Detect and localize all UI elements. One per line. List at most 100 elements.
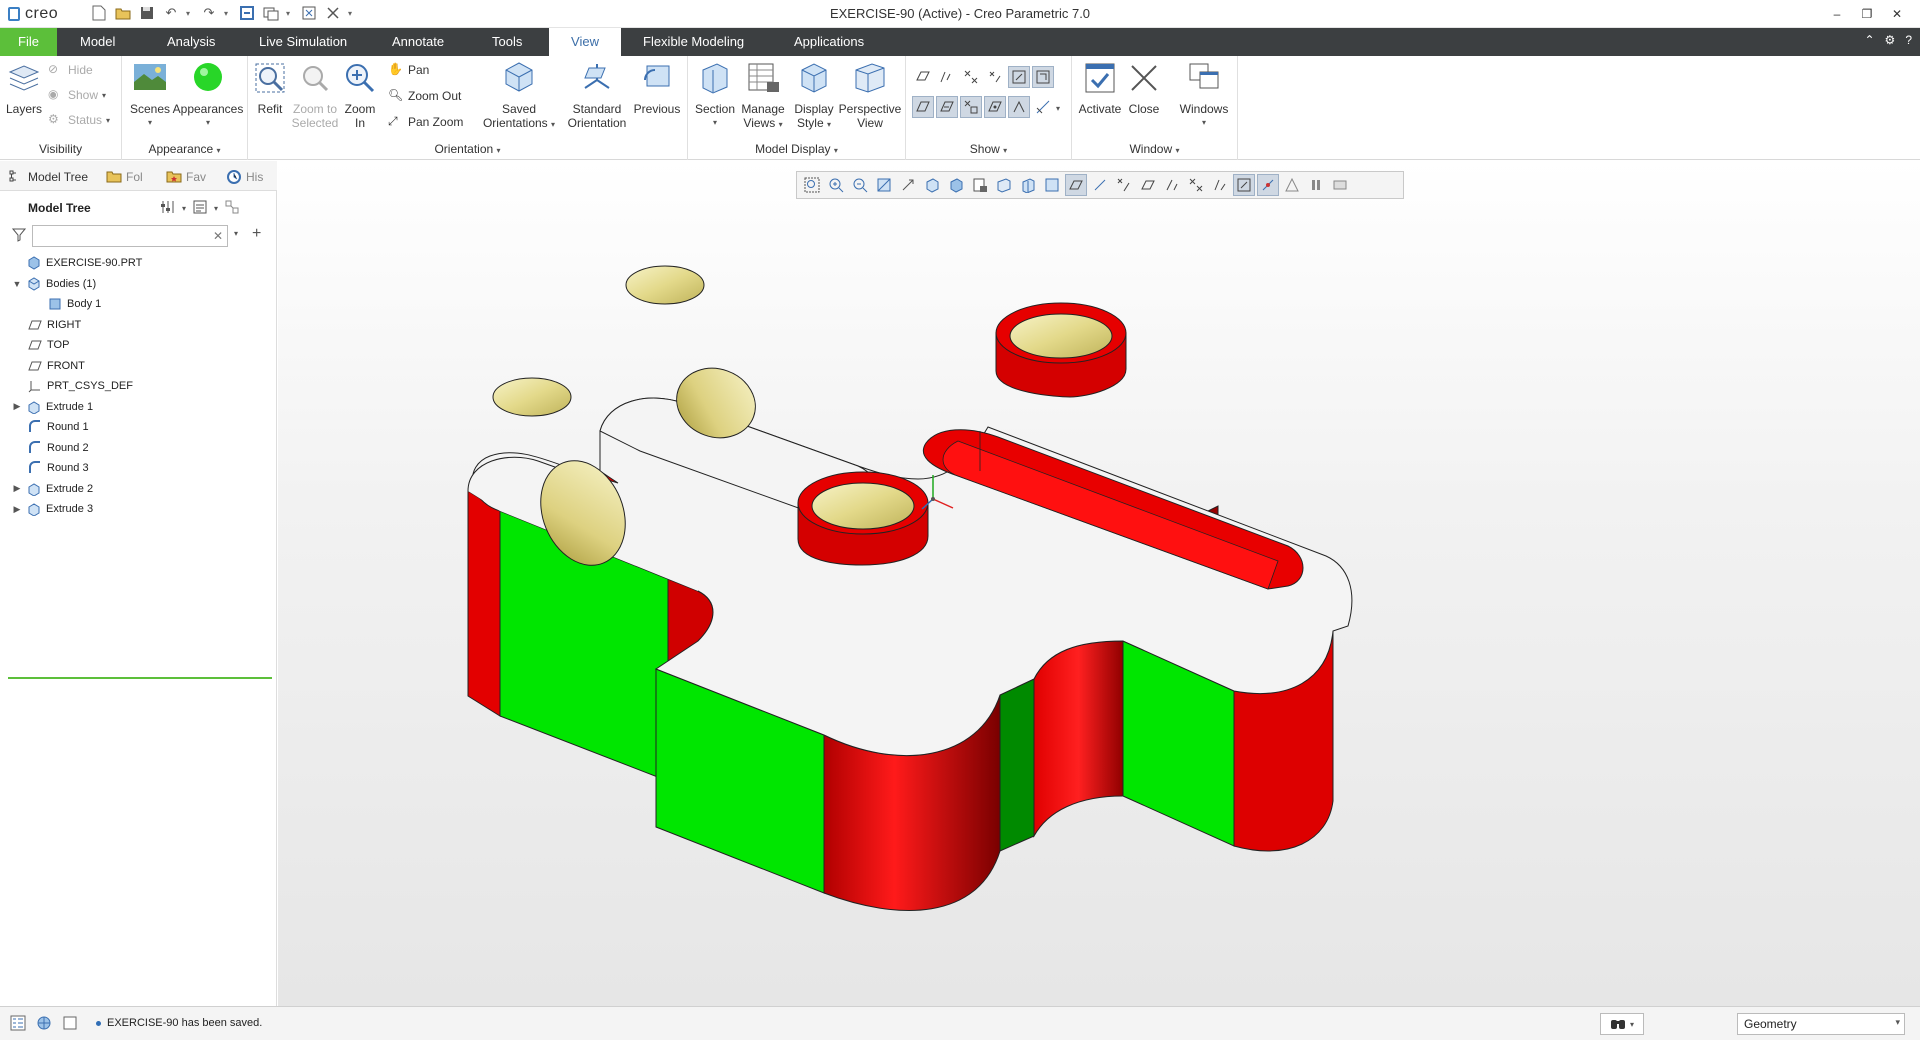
zoom-in-button[interactable]: Zoom In: [342, 60, 378, 130]
tree-node[interactable]: Round 2: [28, 438, 89, 458]
open-folder-icon[interactable]: [114, 4, 132, 22]
plane-tag-display-icon[interactable]: [936, 66, 958, 88]
group-label-window[interactable]: Window ▾: [1072, 142, 1237, 156]
plane-display-icon[interactable]: [912, 66, 934, 88]
clear-search-icon[interactable]: ✕: [213, 229, 223, 243]
search-dropdown-icon[interactable]: ▾: [234, 229, 238, 238]
windows-dropdown-icon[interactable]: ▾: [286, 9, 294, 18]
expand-icon[interactable]: ▶: [12, 401, 22, 412]
windows-icon[interactable]: [262, 4, 280, 22]
tree-node[interactable]: ▶ Extrude 3: [12, 499, 93, 519]
regenerate-icon[interactable]: [238, 4, 256, 22]
filter-icon[interactable]: [11, 228, 27, 245]
manage-views-button[interactable]: Manage Views ▾: [738, 60, 788, 132]
layers-button[interactable]: Layers: [4, 60, 44, 116]
tree-node[interactable]: Round 1: [28, 417, 89, 437]
tree-node[interactable]: ▶ Extrude 2: [12, 479, 93, 499]
csys-tag-display-icon[interactable]: [1032, 66, 1054, 88]
tab-favorites[interactable]: Fav: [166, 167, 206, 187]
activate-button[interactable]: Activate: [1076, 60, 1124, 116]
previous-button[interactable]: Previous: [632, 60, 682, 116]
saved-orientations-button[interactable]: Saved Orientations ▾: [480, 60, 558, 132]
tab-annotate[interactable]: Annotate: [378, 28, 458, 56]
tab-model-tree[interactable]: Model Tree: [8, 167, 88, 187]
pan-zoom-button[interactable]: ⤢ Pan Zoom: [388, 114, 463, 130]
plane-tag-filter-icon[interactable]: [936, 96, 958, 118]
pan-button[interactable]: ✋ Pan: [388, 62, 429, 78]
tree-settings-icon[interactable]: [160, 199, 176, 218]
zoom-out-button[interactable]: 🔍︎ Zoom Out: [388, 88, 461, 104]
show-more-dropdown-icon[interactable]: ▾: [1056, 104, 1060, 118]
close-icon[interactable]: ✕: [1882, 2, 1912, 26]
part-model-3d[interactable]: [278, 161, 1920, 1006]
graphics-window[interactable]: [278, 161, 1920, 1006]
show-button[interactable]: ◉ Show ▾: [48, 87, 106, 103]
perspective-view-button[interactable]: Perspective View: [838, 60, 902, 130]
new-file-icon[interactable]: [90, 4, 108, 22]
refit-button[interactable]: Refit: [252, 60, 288, 116]
tree-node[interactable]: Round 3: [28, 458, 89, 478]
status-button[interactable]: ⚙ Status ▾: [48, 112, 110, 128]
appearances-button[interactable]: Appearances ▾: [172, 60, 244, 130]
axis-display-icon[interactable]: [960, 66, 982, 88]
toggle-browser-icon[interactable]: [36, 1015, 52, 1034]
plane-filter-icon[interactable]: [912, 96, 934, 118]
tree-search-input[interactable]: ✕: [32, 225, 228, 247]
expand-icon[interactable]: ▶: [12, 504, 22, 515]
scenes-button[interactable]: Scenes ▾: [126, 60, 174, 130]
add-icon[interactable]: +: [252, 225, 261, 243]
switch-window-icon[interactable]: [300, 4, 318, 22]
tree-filters-dropdown-icon[interactable]: ▾: [214, 204, 218, 213]
collapse-icon[interactable]: ▼: [12, 279, 22, 289]
restore-icon[interactable]: ❐: [1852, 2, 1882, 26]
tree-node[interactable]: PRT_CSYS_DEF: [28, 376, 133, 396]
display-style-button[interactable]: Display Style ▾: [790, 60, 838, 132]
tab-tools[interactable]: Tools: [478, 28, 536, 56]
windows-button[interactable]: Windows ▾: [1174, 60, 1234, 130]
redo-dropdown-icon[interactable]: ▾: [224, 9, 232, 18]
minimize-icon[interactable]: –: [1822, 2, 1852, 26]
find-button[interactable]: ▾: [1600, 1013, 1644, 1035]
group-label-show[interactable]: Show ▾: [906, 142, 1071, 156]
toggle-fullscreen-icon[interactable]: [62, 1015, 78, 1034]
section-button[interactable]: Section ▾: [692, 60, 738, 130]
close-button[interactable]: Close: [1124, 60, 1164, 116]
tab-live-simulation[interactable]: Live Simulation: [245, 28, 361, 56]
undo-dropdown-icon[interactable]: ▾: [186, 9, 194, 18]
insert-here-indicator[interactable]: [8, 677, 272, 679]
save-icon[interactable]: [138, 4, 156, 22]
tree-node[interactable]: ▶ Extrude 1: [12, 397, 93, 417]
toggle-navigator-icon[interactable]: [10, 1015, 26, 1034]
tab-analysis[interactable]: Analysis: [153, 28, 229, 56]
minimize-ribbon-icon[interactable]: ⌃: [1864, 33, 1874, 47]
tab-history[interactable]: His: [226, 167, 263, 187]
tree-filters-icon[interactable]: [192, 199, 208, 218]
customize-toolbar-icon[interactable]: ▾: [348, 9, 356, 18]
tree-node[interactable]: EXERCISE-90.PRT: [12, 253, 142, 273]
tree-node[interactable]: TOP: [28, 335, 69, 355]
selection-filter-select[interactable]: Geometry ▾: [1737, 1013, 1905, 1035]
tree-columns-icon[interactable]: [224, 199, 240, 218]
tree-node[interactable]: RIGHT: [28, 315, 81, 335]
tab-flexible-modeling[interactable]: Flexible Modeling: [629, 28, 758, 56]
close-window-icon[interactable]: [324, 4, 342, 22]
axis-filter-icon[interactable]: [960, 96, 982, 118]
group-label-orientation[interactable]: Orientation ▾: [248, 142, 687, 156]
options-icon[interactable]: ⚙: [1885, 33, 1896, 47]
tab-file[interactable]: File: [0, 28, 57, 56]
point-display-icon[interactable]: [984, 66, 1006, 88]
standard-orientation-button[interactable]: Standard Orientation: [560, 60, 634, 130]
tab-model[interactable]: Model: [66, 28, 129, 56]
tab-view[interactable]: View: [549, 28, 621, 56]
tree-node[interactable]: FRONT: [28, 356, 85, 376]
expand-icon[interactable]: ▶: [12, 483, 22, 494]
zoom-to-selected-button[interactable]: Zoom to Selected: [290, 60, 340, 130]
tab-applications[interactable]: Applications: [780, 28, 878, 56]
help-icon[interactable]: ?: [1905, 33, 1912, 47]
hide-button[interactable]: ⊘ Hide: [48, 62, 93, 78]
tab-folder-browser[interactable]: Fol: [106, 167, 143, 187]
group-label-appearance[interactable]: Appearance ▾: [122, 142, 247, 156]
tree-node[interactable]: Body 1: [48, 294, 101, 314]
csys-filter-icon[interactable]: [1008, 96, 1030, 118]
tree-settings-dropdown-icon[interactable]: ▾: [182, 204, 186, 213]
